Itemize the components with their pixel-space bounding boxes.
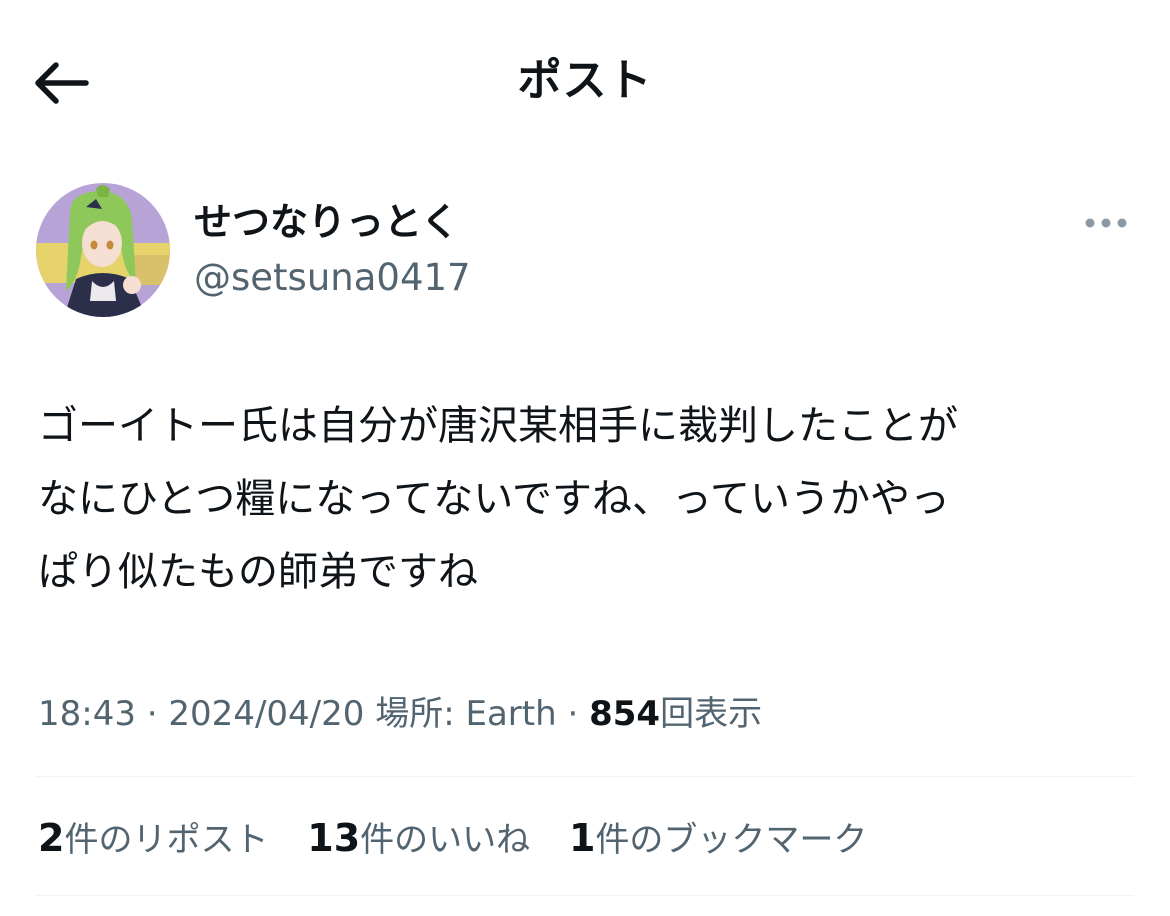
meta-separator: · xyxy=(146,694,158,734)
likes-label: 件のいいね xyxy=(360,820,531,860)
likes-stat[interactable]: 13件のいいね xyxy=(307,812,530,866)
more-horizontal-icon xyxy=(1085,218,1127,228)
view-count: 854 xyxy=(589,694,661,734)
post-author: せつなりっとく @setsuna0417 xyxy=(36,183,1136,323)
reposts-count: 2 xyxy=(38,816,65,860)
likes-count: 13 xyxy=(307,816,361,860)
bookmarks-stat[interactable]: 1件のブックマーク xyxy=(569,812,867,866)
view-count-label: 回表示 xyxy=(660,694,763,734)
page-title: ポスト xyxy=(517,55,653,106)
avatar-image xyxy=(36,183,170,317)
display-name[interactable]: せつなりっとく xyxy=(194,197,459,247)
reposts-stat[interactable]: 2件のリポスト xyxy=(38,812,268,866)
location-label: 場所: xyxy=(375,694,455,734)
divider xyxy=(36,776,1134,777)
post-text: ゴーイトー氏は自分が唐沢某相手に裁判したことが なにひとつ糧になってないですね、… xyxy=(38,403,958,595)
divider xyxy=(36,895,1134,896)
user-handle[interactable]: @setsuna0417 xyxy=(194,253,471,303)
post-meta: 18:43 · 2024/04/20 場所: Earth · 854回表示 xyxy=(38,688,1138,740)
bookmarks-count: 1 xyxy=(568,816,596,860)
bookmarks-label: 件のブックマーク xyxy=(595,820,868,860)
meta-separator: · xyxy=(567,694,579,734)
avatar[interactable] xyxy=(36,183,170,317)
more-options-button[interactable] xyxy=(1084,205,1128,241)
reposts-label: 件のリポスト xyxy=(64,820,269,860)
engagement-stats: 2件のリポスト 13件のいいね 1件のブックマーク xyxy=(38,812,1138,866)
location-value: Earth xyxy=(465,694,557,734)
post-date[interactable]: 2024/04/20 xyxy=(168,694,364,734)
post-time[interactable]: 18:43 xyxy=(38,694,136,734)
top-bar: ポスト xyxy=(0,0,1170,165)
